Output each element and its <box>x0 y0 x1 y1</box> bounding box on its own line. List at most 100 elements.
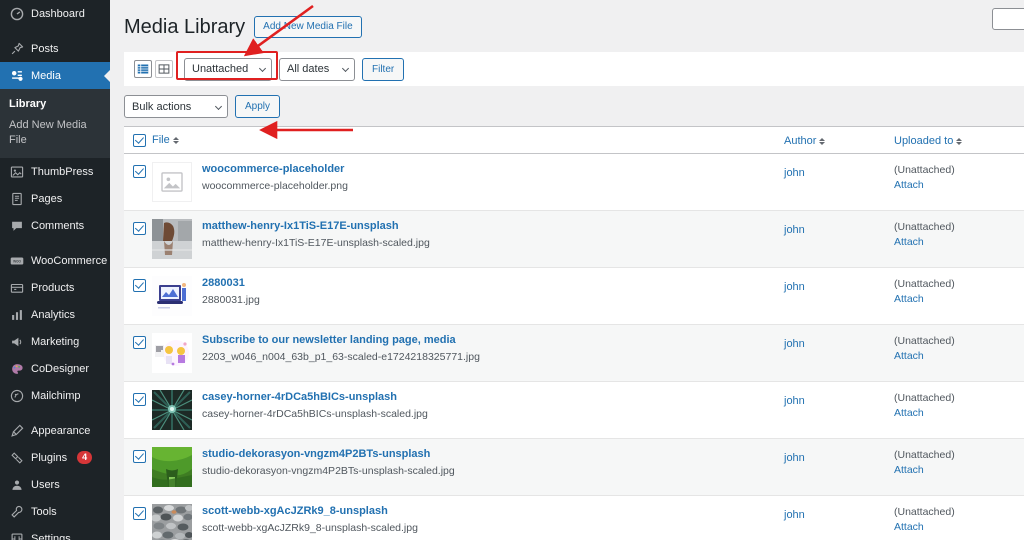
sidebar-item-label: Dashboard <box>31 7 85 20</box>
sidebar-item-label: Pages <box>31 192 63 205</box>
file-title-link[interactable]: 2880031 <box>202 276 260 290</box>
row-checkbox[interactable] <box>133 506 146 520</box>
appearance-icon <box>9 423 24 438</box>
attachment-filter-value: Unattached <box>192 63 249 75</box>
search-input[interactable] <box>992 8 1024 30</box>
sort-arrows-icon <box>956 137 963 145</box>
sidebar-item-marketing[interactable]: Marketing <box>0 328 110 355</box>
file-title-link[interactable]: woocommerce-placeholder <box>202 162 348 176</box>
column-header-file[interactable]: File <box>152 134 784 146</box>
attach-link[interactable]: Attach <box>894 463 1024 477</box>
file-name: matthew-henry-Ix1TiS-E17E-unsplash-scale… <box>202 237 430 249</box>
file-title-link[interactable]: casey-horner-4rDCa5hBICs-unsplash <box>202 390 428 404</box>
file-cell: casey-horner-4rDCa5hBICs-unsplash casey-… <box>152 382 784 438</box>
author-link[interactable]: john <box>784 224 805 236</box>
row-checkbox-cell <box>124 325 152 350</box>
sidebar-item-mailchimp[interactable]: Mailchimp <box>0 382 110 409</box>
date-filter-select[interactable]: All dates <box>279 57 355 81</box>
grid-view-icon[interactable] <box>155 60 173 78</box>
chevron-down-icon <box>341 64 350 73</box>
author-link[interactable]: john <box>784 338 805 350</box>
filter-button[interactable]: Filter <box>362 57 405 81</box>
wordpress-admin-screen: Dashboard Posts Media Library Add New Me… <box>0 0 1024 540</box>
sidebar-item-appearance[interactable]: Appearance <box>0 417 110 444</box>
file-title-link[interactable]: scott-webb-xgAcJZRk9_8-unsplash <box>202 504 418 518</box>
column-header-author-link[interactable]: Author <box>784 135 826 147</box>
uploaded-to-cell: (Unattached) Attach <box>894 211 1024 249</box>
table-row[interactable]: matthew-henry-Ix1TiS-E17E-unsplash matth… <box>124 211 1024 268</box>
column-header-file-link[interactable]: File <box>152 134 179 146</box>
sidebar-item-posts[interactable]: Posts <box>0 35 110 62</box>
author-link[interactable]: john <box>784 395 805 407</box>
uploaded-to-value: (Unattached) <box>894 392 955 404</box>
select-all-checkbox[interactable] <box>133 133 146 147</box>
file-text: studio-dekorasyon-vngzm4P2BTs-unsplash s… <box>202 447 455 487</box>
sidebar-item-add-new-media-file[interactable]: Add New Media File <box>0 115 110 151</box>
comments-icon <box>9 218 24 233</box>
attach-link[interactable]: Attach <box>894 520 1024 534</box>
column-header-author[interactable]: Author <box>784 131 894 149</box>
table-header-row: File Author Uploaded to <box>124 127 1024 154</box>
column-header-uploaded-to[interactable]: Uploaded to <box>894 131 1024 149</box>
file-title-link[interactable]: studio-dekorasyon-vngzm4P2BTs-unsplash <box>202 447 455 461</box>
sidebar-item-comments[interactable]: Comments <box>0 212 110 239</box>
list-view-icon[interactable] <box>134 60 152 78</box>
file-cell: matthew-henry-Ix1TiS-E17E-unsplash matth… <box>152 211 784 267</box>
uploaded-to-cell: (Unattached) Attach <box>894 439 1024 477</box>
bulk-actions-select[interactable]: Bulk actions <box>124 95 228 118</box>
sidebar-item-products[interactable]: Products <box>0 274 110 301</box>
sidebar-item-pages[interactable]: Pages <box>0 185 110 212</box>
sidebar-item-woocommerce[interactable]: woo WooCommerce <box>0 247 110 274</box>
sidebar-item-library[interactable]: Library <box>0 94 110 115</box>
sidebar-subitem-label: Library <box>9 98 47 110</box>
file-text: Subscribe to our newsletter landing page… <box>202 333 480 373</box>
sidebar-item-dashboard[interactable]: Dashboard <box>0 0 110 27</box>
row-checkbox[interactable] <box>133 164 146 178</box>
uploaded-to-cell: (Unattached) Attach <box>894 382 1024 420</box>
file-title-link[interactable]: Subscribe to our newsletter landing page… <box>202 333 480 347</box>
row-checkbox[interactable] <box>133 278 146 292</box>
sidebar-item-media[interactable]: Media <box>0 62 110 89</box>
table-row[interactable]: studio-dekorasyon-vngzm4P2BTs-unsplash s… <box>124 439 1024 496</box>
attachment-filter-select[interactable]: Unattached <box>184 57 272 81</box>
table-row[interactable]: scott-webb-xgAcJZRk9_8-unsplash scott-we… <box>124 496 1024 540</box>
sidebar-item-label: Appearance <box>31 424 91 437</box>
add-new-media-file-button[interactable]: Add New Media File <box>254 16 362 38</box>
attach-link[interactable]: Attach <box>894 292 1024 306</box>
author-link[interactable]: john <box>784 281 805 293</box>
analytics-icon <box>9 307 24 322</box>
media-toolbar: Unattached All dates Filter <box>124 8 1024 86</box>
page-title: Media Library <box>124 16 246 38</box>
uploaded-to-cell: (Unattached) Attach <box>894 154 1024 192</box>
file-cell: studio-dekorasyon-vngzm4P2BTs-unsplash s… <box>152 439 784 495</box>
attach-link[interactable]: Attach <box>894 406 1024 420</box>
column-header-uploaded-to-link[interactable]: Uploaded to <box>894 135 963 147</box>
uploaded-to-value: (Unattached) <box>894 278 955 290</box>
table-row[interactable]: casey-horner-4rDCa5hBICs-unsplash casey-… <box>124 382 1024 439</box>
attach-link[interactable]: Attach <box>894 235 1024 249</box>
file-title-link[interactable]: matthew-henry-Ix1TiS-E17E-unsplash <box>202 219 430 233</box>
attach-link[interactable]: Attach <box>894 178 1024 192</box>
row-checkbox[interactable] <box>133 392 146 406</box>
author-link[interactable]: john <box>784 167 805 179</box>
svg-text:woo: woo <box>13 258 21 263</box>
sidebar-item-thumbpress[interactable]: ThumbPress <box>0 158 110 185</box>
sidebar-item-settings[interactable]: Settings <box>0 525 110 540</box>
row-checkbox[interactable] <box>133 449 146 463</box>
attach-link[interactable]: Attach <box>894 349 1024 363</box>
sidebar-item-users[interactable]: Users <box>0 471 110 498</box>
file-text: woocommerce-placeholder woocommerce-plac… <box>202 162 348 202</box>
apply-button[interactable]: Apply <box>235 95 281 118</box>
sidebar-item-label: Users <box>31 478 60 491</box>
sidebar-item-tools[interactable]: Tools <box>0 498 110 525</box>
sidebar-item-analytics[interactable]: Analytics <box>0 301 110 328</box>
table-row[interactable]: woocommerce-placeholder woocommerce-plac… <box>124 154 1024 211</box>
row-checkbox[interactable] <box>133 335 146 349</box>
author-link[interactable]: john <box>784 452 805 464</box>
sidebar-item-plugins[interactable]: Plugins 4 <box>0 444 110 471</box>
author-link[interactable]: john <box>784 509 805 521</box>
table-row[interactable]: Subscribe to our newsletter landing page… <box>124 325 1024 382</box>
row-checkbox[interactable] <box>133 221 146 235</box>
sidebar-item-codesigner[interactable]: CoDesigner <box>0 355 110 382</box>
table-row[interactable]: 2880031 2880031.jpg john (Unattached) At… <box>124 268 1024 325</box>
